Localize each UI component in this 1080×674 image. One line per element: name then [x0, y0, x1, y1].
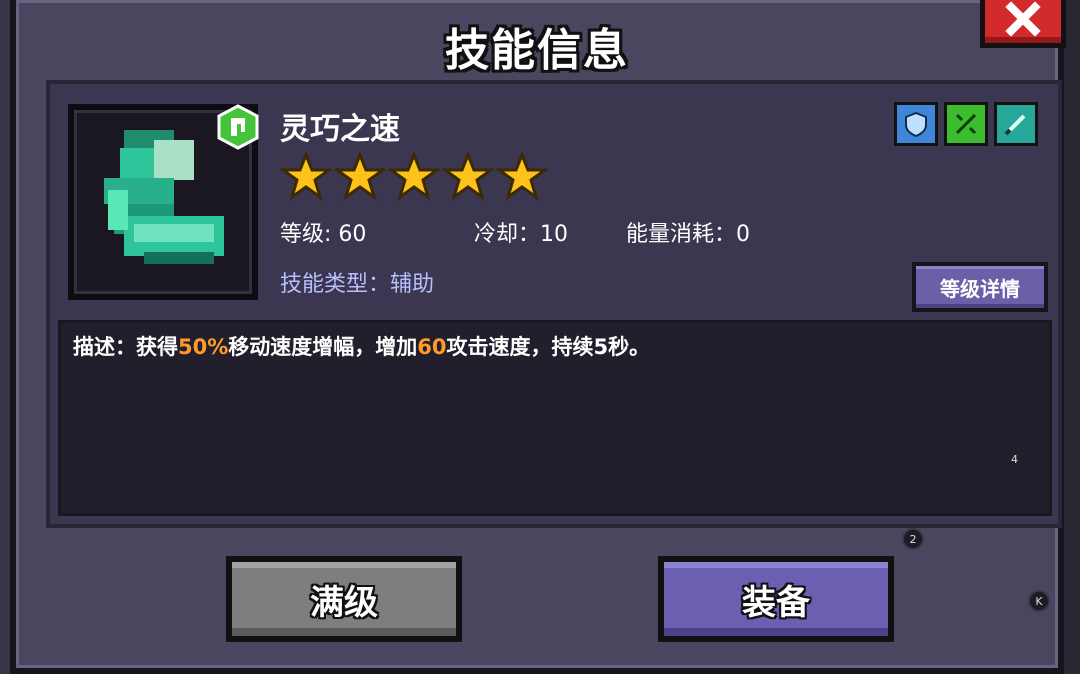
skill-name: 灵巧之速: [280, 112, 400, 147]
star-icon: [280, 152, 332, 201]
skill-cooldown: 冷却：10: [474, 222, 568, 247]
marker-badge: 2: [902, 528, 924, 550]
blade-icon: [994, 102, 1038, 146]
description-box: 描述：获得50%移动速度增幅，增加60攻击速度，持续5秒。 4: [58, 320, 1052, 516]
star-icon: [442, 152, 494, 201]
equip-button[interactable]: 装备: [658, 556, 894, 642]
equip-label: 装备: [742, 582, 810, 623]
max-level-button[interactable]: 满级: [226, 556, 462, 642]
sword-icon: [944, 102, 988, 146]
max-level-label: 满级: [310, 582, 378, 623]
skill-description: 描述：获得50%移动速度增幅，增加60攻击速度，持续5秒。: [73, 335, 651, 359]
shield-icon: [894, 102, 938, 146]
corner-number: 4: [1011, 453, 1018, 466]
star-icon: [334, 152, 386, 201]
element-icons: [894, 102, 1038, 146]
star-icon: [388, 152, 440, 201]
close-icon: [1005, 1, 1041, 37]
skill-info-dialog: 技能信息 灵巧之速 等级: 60 冷却：10 能量消耗：0 技能类型：辅助 等级…: [10, 0, 1064, 674]
marker-badge: K: [1028, 590, 1050, 612]
close-button[interactable]: [980, 0, 1066, 48]
star-icon: [496, 152, 548, 201]
skill-energy-cost: 能量消耗：0: [626, 222, 750, 247]
upgrade-badge-icon: [217, 104, 259, 150]
skill-type: 技能类型：辅助: [280, 272, 435, 297]
skill-content-panel: 灵巧之速 等级: 60 冷却：10 能量消耗：0 技能类型：辅助 等级详情 描述: [46, 80, 1062, 528]
dialog-title: 技能信息: [445, 25, 629, 76]
level-detail-button[interactable]: 等级详情: [912, 262, 1048, 312]
skill-level: 等级: 60: [280, 222, 367, 247]
star-rating: [280, 152, 548, 202]
